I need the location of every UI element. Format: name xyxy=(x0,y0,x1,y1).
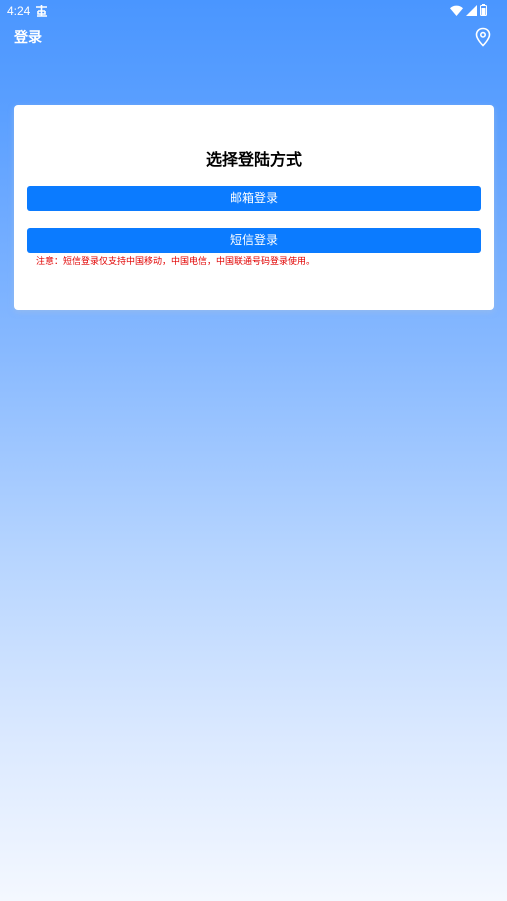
wifi-icon xyxy=(450,1,463,20)
status-time: 4:24 xyxy=(7,4,31,18)
location-pin-icon[interactable] xyxy=(474,27,492,47)
status-icons xyxy=(450,3,487,16)
sms-login-note: 注意：短信登录仅支持中国移动，中国电信，中国联通号码登录使用。 xyxy=(36,257,316,267)
status-bar: 4:24 xyxy=(0,0,507,22)
signal-icon xyxy=(466,1,477,20)
app-bar: 登录 xyxy=(0,22,507,54)
sms-login-button[interactable]: 短信登录 xyxy=(27,228,481,253)
login-method-card: 选择登陆方式 邮箱登录 短信登录 注意：短信登录仅支持中国移动，中国电信，中国联… xyxy=(14,105,494,310)
card-title: 选择登陆方式 xyxy=(205,150,302,169)
email-login-button[interactable]: 邮箱登录 xyxy=(27,186,481,211)
notification-icon xyxy=(35,3,48,17)
battery-icon xyxy=(480,1,487,20)
page-title: 登录 xyxy=(14,30,42,46)
